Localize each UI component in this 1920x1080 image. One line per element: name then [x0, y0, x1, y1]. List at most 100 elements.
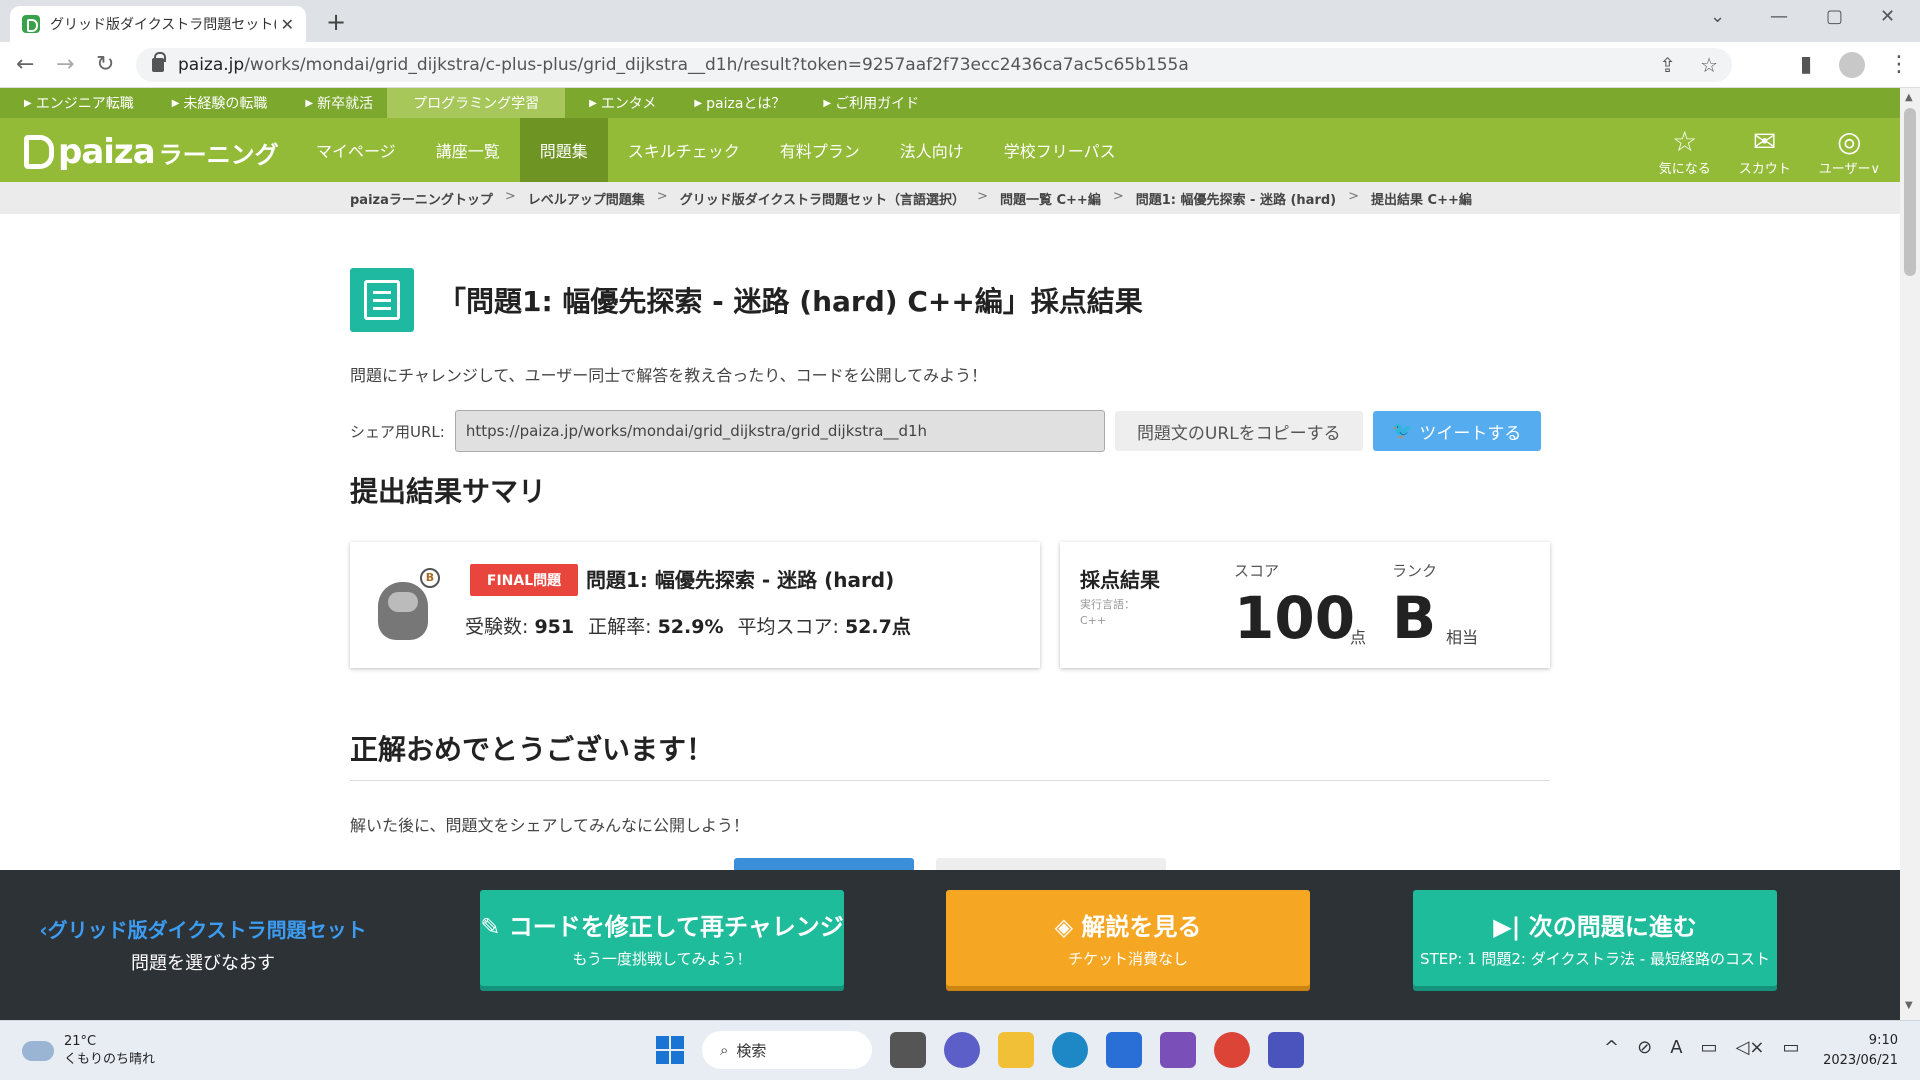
share-row: シェア用URL: https://paiza.jp/works/mondai/g… — [350, 410, 1541, 452]
nav-skillcheck[interactable]: スキルチェック — [608, 118, 760, 182]
nav-courses[interactable]: 講座一覧 — [416, 118, 520, 182]
score-label: スコア — [1234, 562, 1280, 580]
crumb-problem-set[interactable]: グリッド版ダイクストラ問題セット（言語選択） — [680, 189, 965, 208]
search-icon: ⌕ — [720, 1041, 729, 1059]
menu-dots-icon[interactable]: ⋮ — [1888, 52, 1910, 77]
ticket-icon: ◈ — [1054, 913, 1082, 941]
crumb-result: 提出結果 C++編 — [1371, 192, 1472, 208]
share-icon[interactable]: ⇪ — [1659, 53, 1676, 77]
edge-icon[interactable] — [1052, 1032, 1088, 1068]
partly-cloudy-icon — [22, 1033, 54, 1061]
crumb-problem[interactable]: 問題1: 幅優先探索 - 迷路 (hard) — [1136, 189, 1336, 208]
summary-heading: 提出結果サマリ — [350, 475, 547, 508]
tweet-button[interactable]: 🐦 ツイートする — [1372, 411, 1541, 451]
mascot-icon: B — [368, 568, 440, 644]
chrome-icon[interactable] — [1214, 1032, 1250, 1068]
after-text: 解いた後に、問題文をシェアしてみんなに公開しよう！ — [350, 816, 750, 835]
copy-url-button[interactable]: 問題文のURLをコピーする — [1114, 411, 1363, 451]
next-problem-button[interactable]: ▶| 次の問題に進む STEP: 1 問題2: ダイクストラ法 - 最短経路のコ… — [1413, 890, 1777, 986]
score-value: 100 — [1234, 584, 1356, 652]
top-link-programming[interactable]: プログラミング学習 — [387, 88, 566, 118]
page-title: 「問題1: 幅優先探索 - 迷路 (hard) C++編」採点結果 — [438, 285, 1143, 318]
favorites-button[interactable]: ☆ 気になる — [1659, 125, 1711, 178]
top-link-inexperienced[interactable]: ▶ 未経験の転職 — [148, 88, 282, 118]
back-arrow-icon[interactable]: ← — [16, 52, 34, 77]
score-unit: 点 — [1350, 628, 1367, 647]
top-link-entame[interactable]: ▶ エンタメ — [565, 88, 670, 118]
tab-search-icon[interactable]: ⌄ — [1710, 6, 1725, 27]
system-clock[interactable]: 9:10 2023/06/21 — [1818, 1031, 1898, 1071]
maximize-icon[interactable]: ▢ — [1826, 6, 1843, 27]
paiza-logo-icon — [24, 135, 54, 169]
scroll-up-icon[interactable]: ▲ — [1905, 92, 1913, 103]
minimize-icon[interactable]: — — [1770, 6, 1788, 27]
problem-name: 問題1: 幅優先探索 - 迷路 (hard) — [586, 568, 895, 592]
site-header: paiza ラーニング マイページ 講座一覧 問題集 スキルチェック 有料プラン… — [0, 118, 1900, 182]
rank-value: B — [1392, 584, 1437, 652]
top-link-about[interactable]: ▶ paizaとは？ — [670, 88, 799, 118]
page-scrollbar[interactable]: ▲ ▼ — [1900, 88, 1920, 1020]
nav-mypage[interactable]: マイページ — [296, 118, 416, 182]
battery-icon[interactable]: ▭ — [1782, 1037, 1799, 1058]
result-title: 採点結果 — [1080, 568, 1160, 592]
chat-icon[interactable] — [944, 1032, 980, 1068]
close-window-icon[interactable]: ✕ — [1880, 6, 1895, 27]
crumb-levelup[interactable]: レベルアップ問題集 — [528, 189, 645, 208]
browser-tab[interactable]: グリッド版ダイクストラ問題セット(C++ ✕ — [10, 6, 306, 42]
user-menu-button[interactable]: ◎ ユーザー∨ — [1819, 126, 1880, 178]
task-view-icon[interactable] — [890, 1032, 926, 1068]
lead-text: 問題にチャレンジして、ユーザー同士で解答を教え合ったり、コードを公開してみよう！ — [350, 366, 988, 385]
browser-tab-bar: グリッド版ダイクストラ問題セット(C++ ✕ + ⌄ — ▢ ✕ — [0, 0, 1920, 42]
nav-school-pass[interactable]: 学校フリーパス — [984, 118, 1136, 182]
new-tab-icon[interactable]: + — [326, 8, 346, 36]
teams-icon[interactable] — [1268, 1032, 1304, 1068]
url-field[interactable]: paiza.jp/works/mondai/grid_dijkstra/c-pl… — [136, 48, 1732, 82]
share-url-label: シェア用URL: — [350, 422, 445, 441]
back-to-problem-set-link[interactable]: ‹グリッド版ダイクストラ問題セット 問題を選びなおす — [38, 914, 368, 975]
share-button-partial[interactable] — [734, 858, 914, 870]
nav-problems[interactable]: 問題集 — [519, 118, 608, 182]
reload-icon[interactable]: ↻ — [96, 52, 114, 77]
chevron-up-icon[interactable]: ^ — [1604, 1037, 1619, 1058]
scroll-thumb[interactable] — [1904, 108, 1916, 276]
url-text: paiza.jp/works/mondai/grid_dijkstra/c-pl… — [178, 55, 1189, 75]
language-value: C++ — [1080, 614, 1107, 627]
bottom-action-bar: ‹グリッド版ダイクストラ問題セット 問題を選びなおす ✎ コードを修正して再チャ… — [0, 870, 1900, 1020]
secondary-button-partial[interactable] — [936, 858, 1166, 870]
side-panel-icon[interactable]: ▮ — [1800, 52, 1812, 77]
start-button[interactable] — [656, 1036, 684, 1064]
top-link-newgrad[interactable]: ▶ 新卒就活 — [281, 88, 387, 118]
bookmark-star-icon[interactable]: ☆ — [1700, 53, 1718, 77]
network-icon[interactable]: ▭ — [1701, 1037, 1718, 1058]
nav-business[interactable]: 法人向け — [880, 118, 984, 182]
crumb-problem-list[interactable]: 問題一覧 C++編 — [1000, 189, 1101, 208]
scroll-down-icon[interactable]: ▼ — [1905, 1000, 1913, 1011]
system-tray: ^ ⊘ A ▭ ◁× ▭ — [1604, 1037, 1799, 1058]
scout-button[interactable]: ✉ スカウト — [1739, 126, 1791, 178]
taskbar-search[interactable]: ⌕ 検索 — [702, 1031, 872, 1069]
forward-arrow-icon[interactable]: → — [56, 52, 74, 77]
site-top-links: ▶ エンジニア転職 ▶ 未経験の転職 ▶ 新卒就活 プログラミング学習 ▶ エンタメ ▶… — [0, 88, 1900, 118]
star-icon: ☆ — [1672, 125, 1698, 158]
weather-widget[interactable]: 21°C くもりのち晴れ — [22, 1033, 155, 1069]
chevron-left-icon: ‹ — [39, 918, 48, 942]
crumb-top[interactable]: paizaラーニングトップ — [350, 189, 493, 208]
view-explanation-button[interactable]: ◈ 解説を見る チケット消費なし — [946, 890, 1310, 986]
mic-muted-icon[interactable]: ⊘ — [1637, 1037, 1652, 1058]
retry-button[interactable]: ✎ コードを修正して再チャレンジ もう一度挑戦してみよう！ — [480, 890, 844, 986]
breadcrumb: paizaラーニングトップ > レベルアップ問題集 > グリッド版ダイクストラ問… — [0, 182, 1900, 214]
nav-paid-plan[interactable]: 有料プラン — [760, 118, 880, 182]
file-explorer-icon[interactable] — [998, 1032, 1034, 1068]
rank-label: ランク — [1392, 562, 1438, 580]
store-icon[interactable] — [1106, 1032, 1142, 1068]
skip-next-icon: ▶| — [1493, 913, 1529, 941]
ime-icon[interactable]: A — [1670, 1037, 1682, 1058]
visual-studio-icon[interactable] — [1160, 1032, 1196, 1068]
share-url-field[interactable]: https://paiza.jp/works/mondai/grid_dijks… — [454, 410, 1105, 452]
top-link-guide[interactable]: ▶ ご利用ガイド — [799, 88, 933, 118]
close-tab-icon[interactable]: ✕ — [281, 15, 294, 34]
volume-muted-icon[interactable]: ◁× — [1736, 1037, 1765, 1058]
paiza-logo[interactable]: paiza ラーニング — [24, 132, 279, 172]
top-link-engineer[interactable]: ▶ エンジニア転職 — [0, 88, 148, 118]
profile-avatar[interactable] — [1839, 52, 1865, 78]
